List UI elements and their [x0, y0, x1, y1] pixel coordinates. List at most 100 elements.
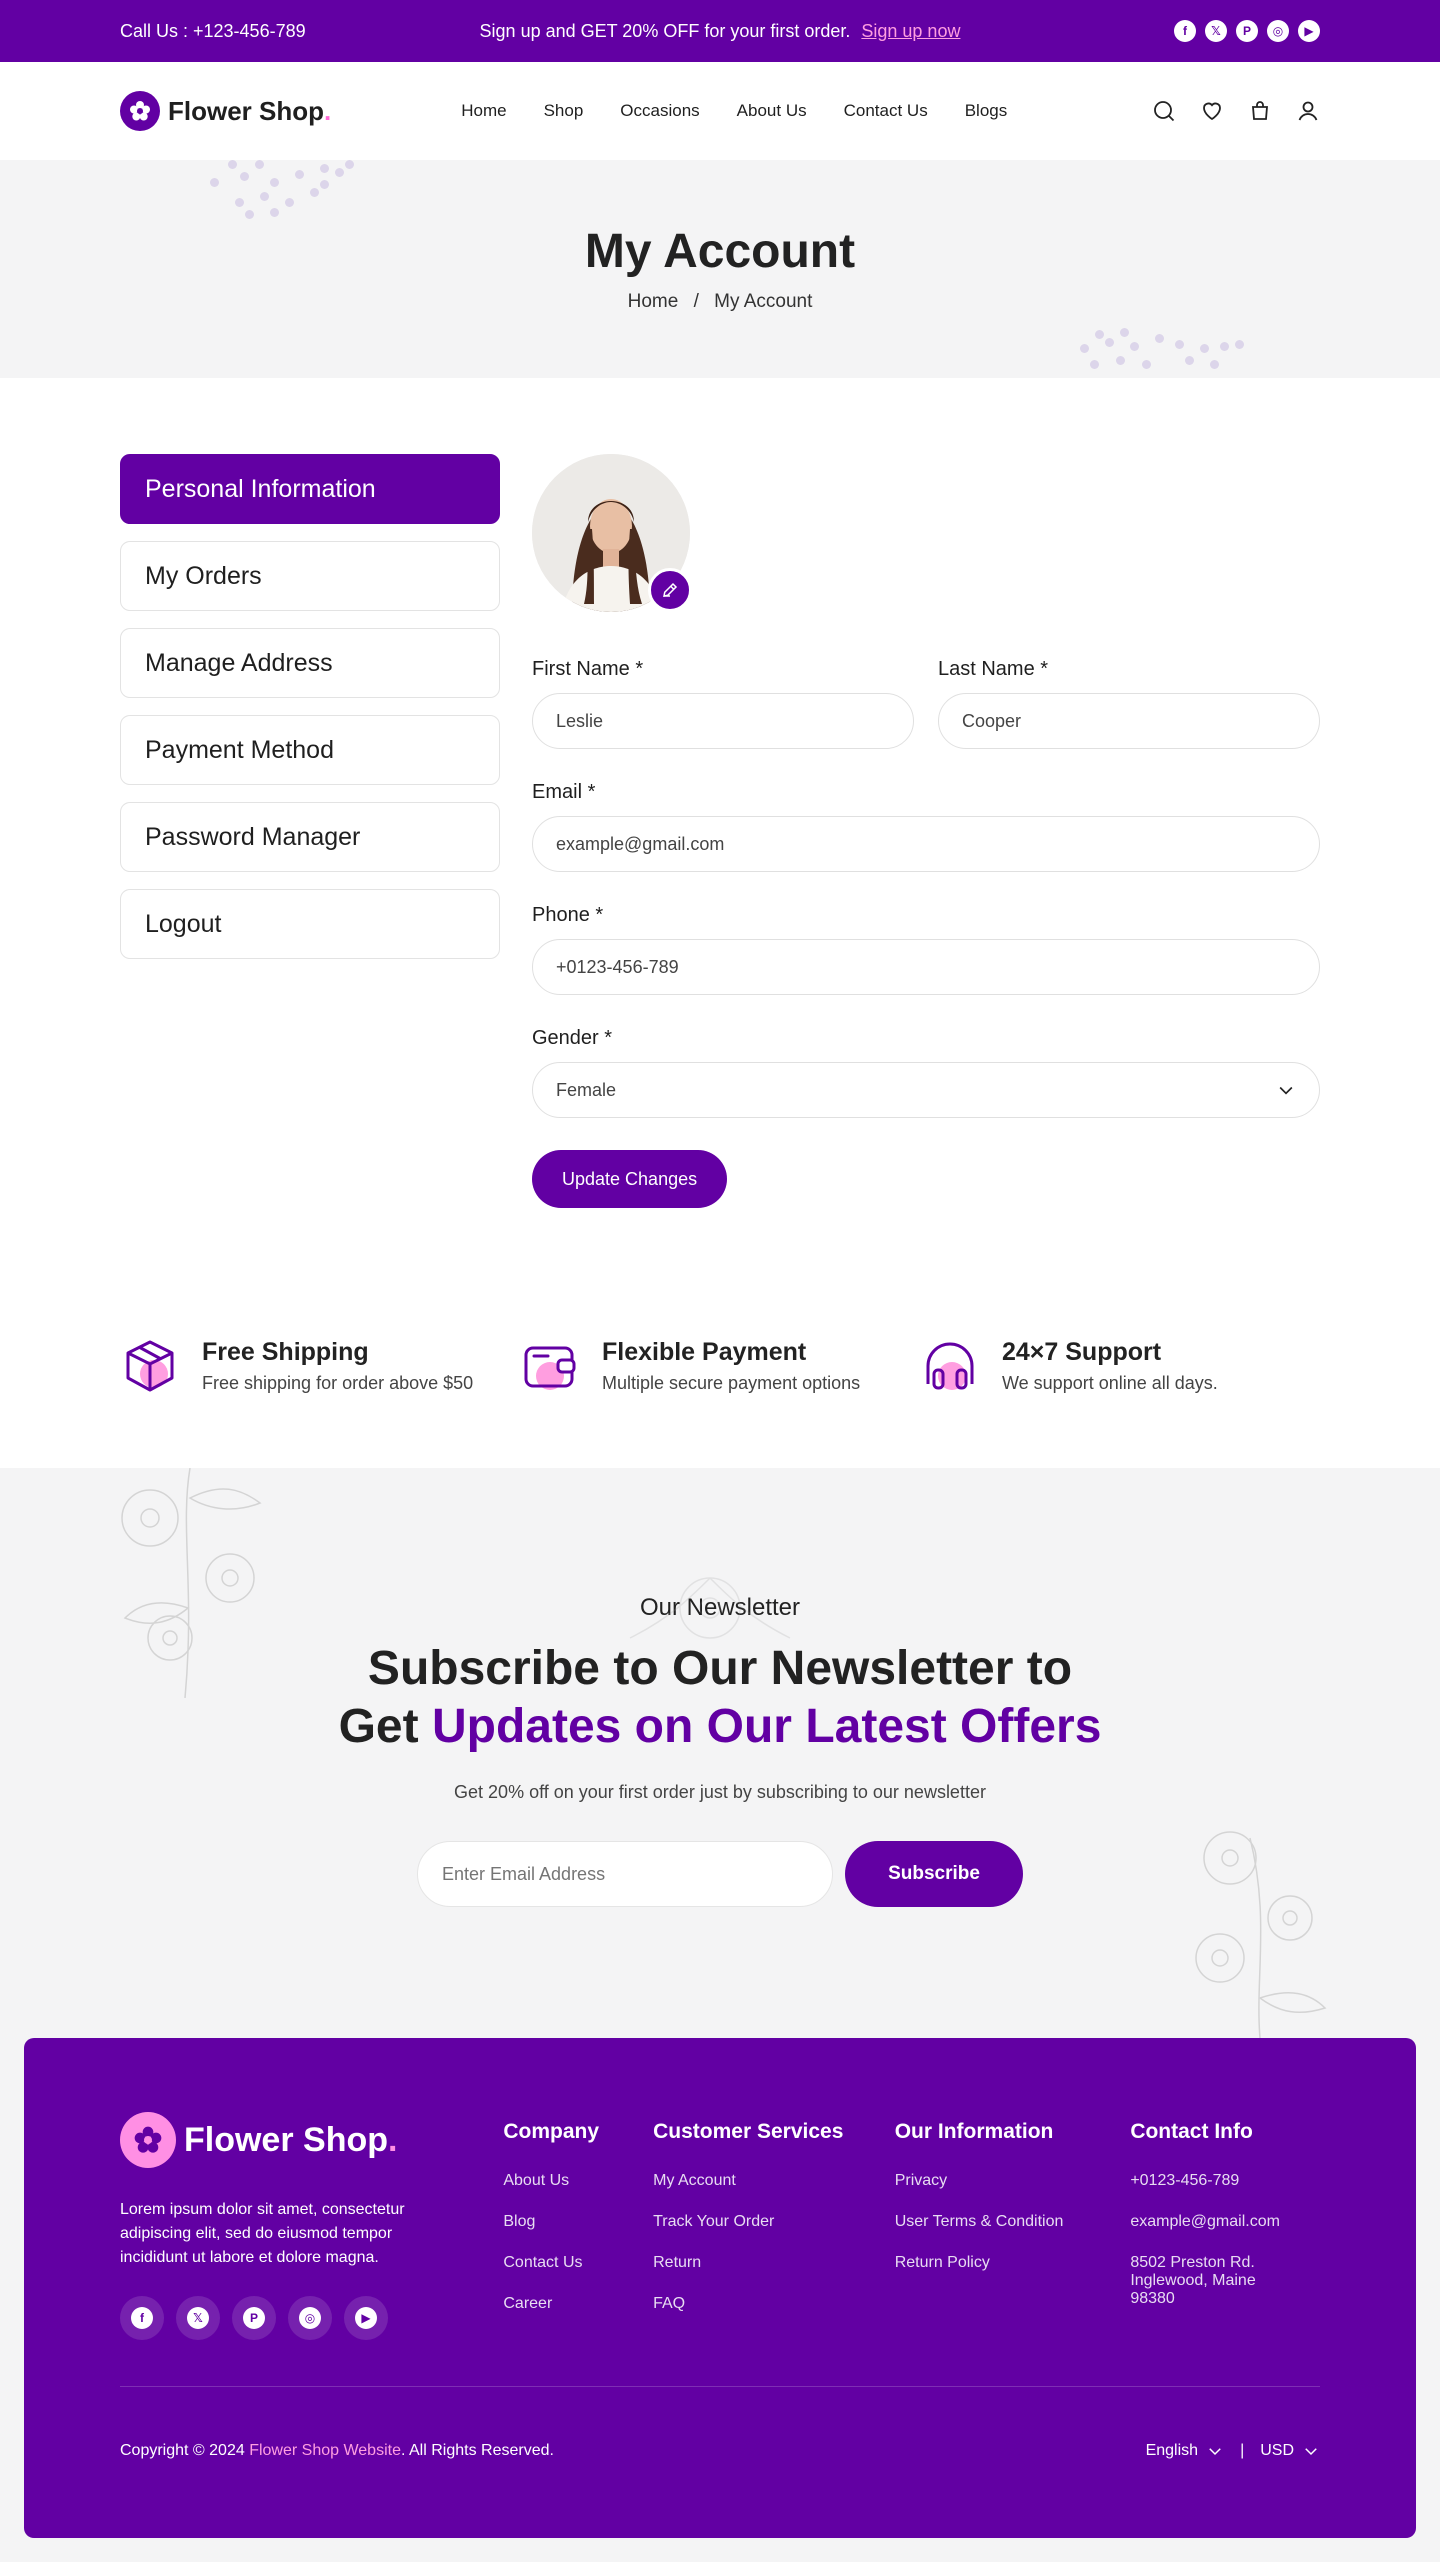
- email-field[interactable]: [532, 816, 1320, 872]
- footer-link[interactable]: Privacy: [895, 2172, 1131, 2189]
- features-section: Free Shipping Free shipping for order ab…: [0, 1208, 1440, 1468]
- footer-link[interactable]: Contact Us: [503, 2254, 653, 2271]
- newsletter-email-input[interactable]: [417, 1841, 833, 1907]
- youtube-button[interactable]: ▶: [344, 2296, 388, 2340]
- phone-field[interactable]: [532, 939, 1320, 995]
- newsletter-subtitle: Get 20% off on your first order just by …: [454, 1782, 986, 1802]
- site-logo[interactable]: Flower Shop.: [120, 91, 331, 131]
- last-name-field[interactable]: [938, 693, 1320, 749]
- last-name-group: Last Name *: [938, 658, 1320, 749]
- search-icon[interactable]: [1152, 99, 1176, 123]
- footer-link[interactable]: Track Your Order: [653, 2213, 895, 2230]
- floral-decoration: [121, 1468, 262, 1698]
- nav-about-us[interactable]: About Us: [737, 101, 807, 121]
- user-icon[interactable]: [1296, 99, 1320, 123]
- pinterest-button[interactable]: P: [232, 2296, 276, 2340]
- bag-icon[interactable]: [1248, 99, 1272, 123]
- email-label: Email *: [532, 781, 596, 803]
- call-us-text: Call Us : +123-456-789: [120, 20, 306, 41]
- footer-brand: Flower Shop. Lorem ipsum dolor sit amet,…: [120, 2112, 503, 2340]
- footer-link[interactable]: FAQ: [653, 2295, 895, 2312]
- update-changes-button[interactable]: Update Changes: [532, 1150, 728, 1208]
- main-nav: Home Shop Occasions About Us Contact Us …: [461, 101, 1007, 121]
- email-row: Email *: [532, 781, 1320, 872]
- site-header: Flower Shop. Home Shop Occasions About U…: [0, 62, 1440, 160]
- footer-wrapper: Flower Shop. Lorem ipsum dolor sit amet,…: [0, 2038, 1440, 2562]
- feature-text: Multiple secure payment options: [602, 1373, 861, 1393]
- newsletter-heading-line2: Get: [338, 1700, 432, 1753]
- chevron-down-icon: [1279, 1086, 1293, 1095]
- copyright-brand-link[interactable]: Flower Shop Website: [249, 2442, 401, 2459]
- copyright-suffix: . All Rights Reserved.: [400, 2442, 554, 2459]
- nav-contact-us[interactable]: Contact Us: [844, 101, 928, 121]
- nav-shop[interactable]: Shop: [544, 101, 584, 121]
- copyright: Copyright © 2024 Flower Shop Website. Al…: [120, 2442, 554, 2460]
- copyright-prefix: Copyright © 2024: [120, 2442, 250, 2459]
- footer-column-company: Company About Us Blog Contact Us Career: [503, 2112, 653, 2340]
- selector-separator: |: [1240, 2442, 1245, 2459]
- x-icon[interactable]: 𝕏: [1205, 20, 1227, 42]
- sidebar-item-my-orders[interactable]: My Orders: [120, 541, 500, 611]
- footer-divider: [120, 2386, 1320, 2387]
- footer-link[interactable]: User Terms & Condition: [895, 2213, 1131, 2230]
- instagram-button[interactable]: ◎: [288, 2296, 332, 2340]
- footer-link[interactable]: My Account: [653, 2172, 895, 2189]
- floral-decoration: [629, 1577, 791, 1639]
- sidebar-item-logout[interactable]: Logout: [120, 889, 500, 959]
- first-name-field[interactable]: [532, 693, 914, 749]
- footer-link[interactable]: Blog: [503, 2213, 653, 2230]
- footer-about-text: Lorem ipsum dolor sit amet, consectetur …: [120, 2201, 405, 2266]
- locale-selectors: English | USD: [1146, 2442, 1320, 2460]
- name-row: First Name * Last Name *: [532, 658, 1320, 749]
- subscribe-button[interactable]: Subscribe: [845, 1841, 1023, 1907]
- sidebar-item-password-manager[interactable]: Password Manager: [120, 802, 500, 872]
- footer-logo[interactable]: Flower Shop.: [120, 2112, 503, 2168]
- facebook-button[interactable]: f: [120, 2296, 164, 2340]
- footer-email[interactable]: example@gmail.com: [1130, 2213, 1320, 2230]
- footer-link[interactable]: Return Policy: [895, 2254, 1131, 2271]
- nav-blogs[interactable]: Blogs: [965, 101, 1008, 121]
- phone-label: Phone *: [532, 904, 604, 926]
- first-name-group: First Name *: [532, 658, 914, 749]
- gender-select[interactable]: Female: [532, 1062, 1320, 1118]
- promo-text: Sign up and GET 20% OFF for your first o…: [479, 20, 851, 41]
- breadcrumb-home[interactable]: Home: [628, 291, 679, 312]
- first-name-label: First Name *: [532, 658, 644, 680]
- language-select[interactable]: English: [1146, 2442, 1224, 2460]
- instagram-icon[interactable]: ◎: [1267, 20, 1289, 42]
- sidebar-item-manage-address[interactable]: Manage Address: [120, 628, 500, 698]
- phone-group: Phone *: [532, 904, 1320, 995]
- nav-home[interactable]: Home: [461, 101, 506, 121]
- decorative-dots: [200, 160, 370, 220]
- sidebar-item-payment-method[interactable]: Payment Method: [120, 715, 500, 785]
- edit-avatar-button[interactable]: [648, 568, 692, 612]
- x-button[interactable]: 𝕏: [176, 2296, 220, 2340]
- facebook-icon[interactable]: f: [1174, 20, 1196, 42]
- sidebar-item-personal-information[interactable]: Personal Information: [120, 454, 500, 524]
- footer-phone[interactable]: +0123-456-789: [1130, 2172, 1320, 2189]
- footer-link[interactable]: About Us: [503, 2172, 653, 2189]
- box-icon: [126, 1340, 174, 1392]
- currency-select[interactable]: USD: [1260, 2442, 1320, 2460]
- newsletter-heading-highlight: Updates on Our Latest Offers: [431, 1700, 1102, 1753]
- footer-bottom: Copyright © 2024 Flower Shop Website. Al…: [120, 2442, 1320, 2460]
- newsletter-section: Our Newsletter Subscribe to Our Newslett…: [0, 1468, 1440, 2038]
- sign-up-link[interactable]: Sign up now: [861, 21, 960, 41]
- footer-link[interactable]: Return: [653, 2254, 895, 2271]
- gender-group: Gender * Female: [532, 1027, 1320, 1118]
- feature-support: 24×7 Support We support online all days.: [920, 1336, 1320, 1396]
- brand-dot: .: [324, 95, 332, 126]
- feature-text: Free shipping for order above $50: [202, 1373, 474, 1393]
- brand-name: Flower Shop: [168, 95, 324, 126]
- nav-occasions[interactable]: Occasions: [620, 101, 699, 121]
- top-bar: Call Us : +123-456-789 Sign up and GET 2…: [0, 0, 1440, 62]
- youtube-icon[interactable]: ▶: [1298, 20, 1320, 42]
- heart-icon[interactable]: [1200, 99, 1224, 123]
- footer-link[interactable]: Career: [503, 2295, 653, 2312]
- pinterest-icon[interactable]: P: [1236, 20, 1258, 42]
- feature-title: Flexible Payment: [602, 1338, 807, 1366]
- footer-column-title: Contact Info: [1130, 2120, 1253, 2143]
- feature-flexible-payment: Flexible Payment Multiple secure payment…: [520, 1336, 920, 1396]
- gender-value: Female: [556, 1079, 617, 1100]
- chevron-down-icon: [1209, 2448, 1221, 2456]
